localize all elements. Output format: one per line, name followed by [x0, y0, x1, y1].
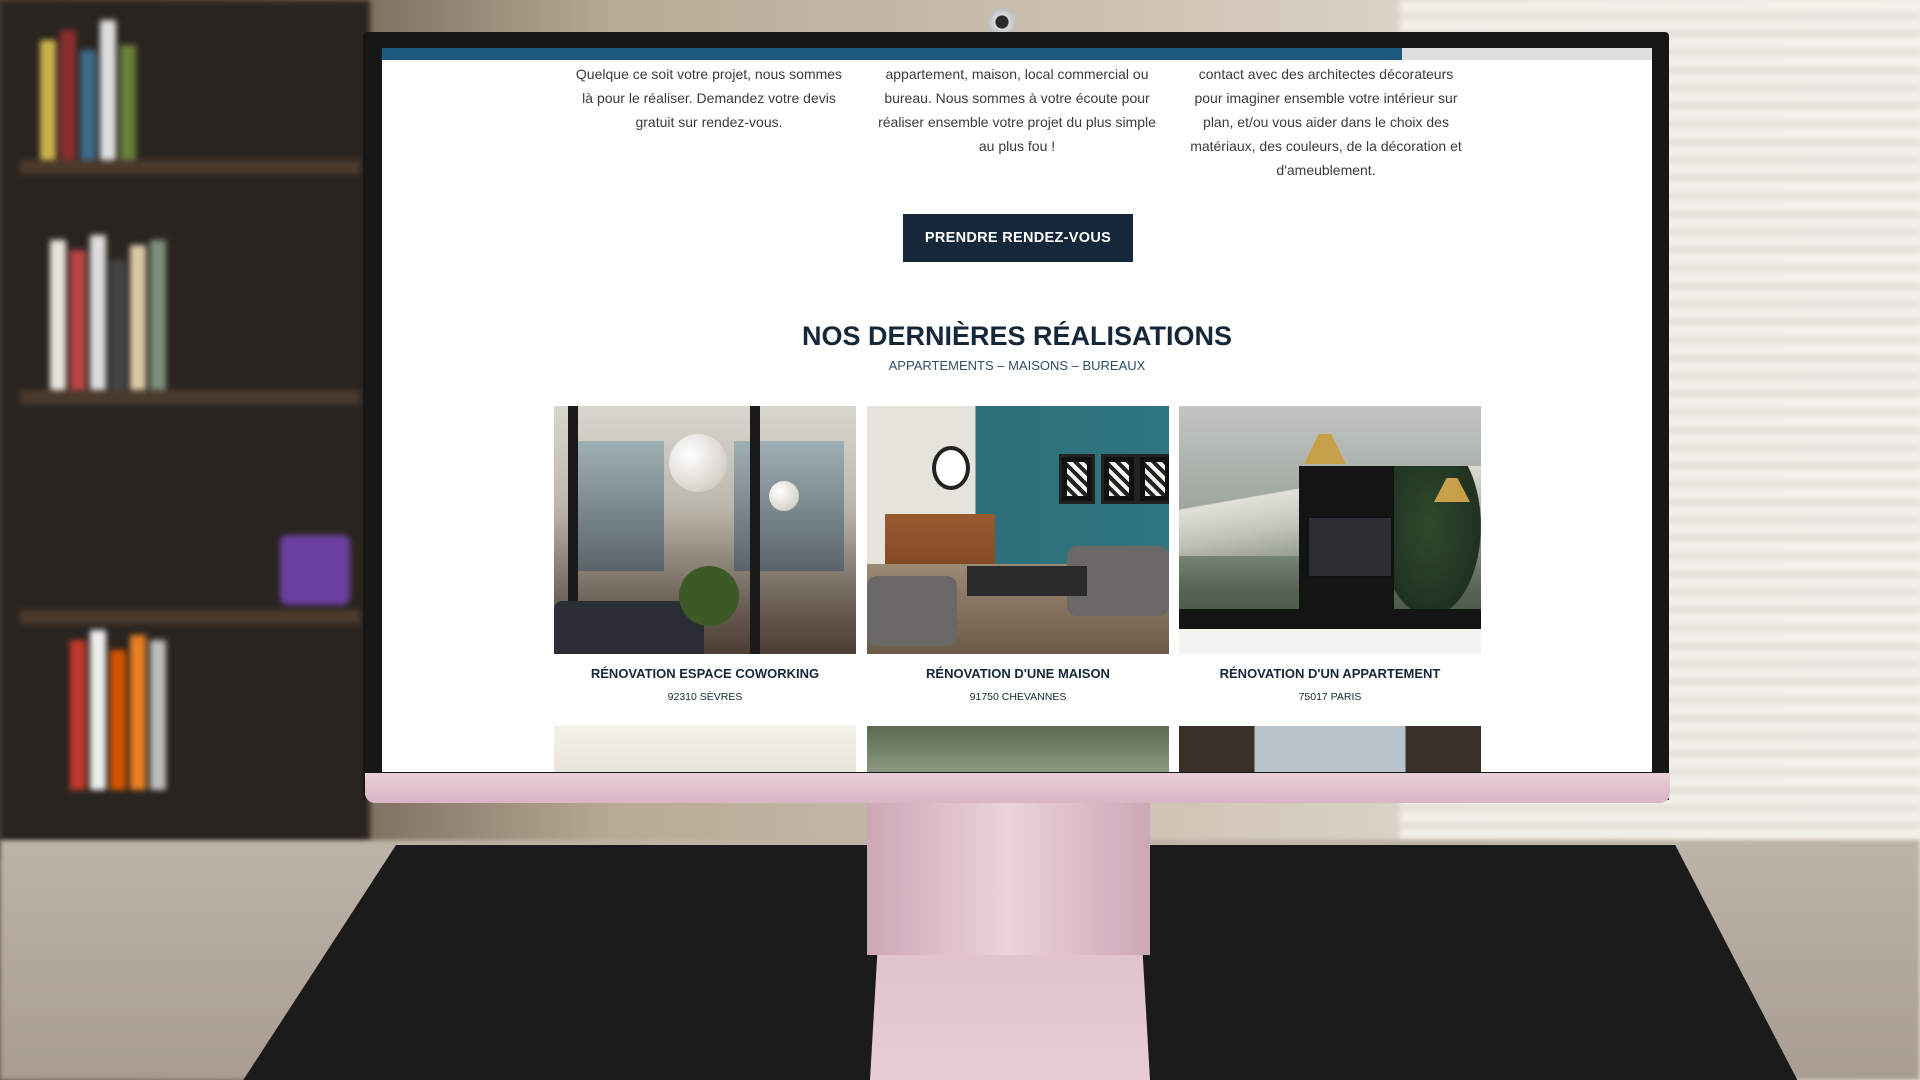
project-location: 75017 PARIS	[1298, 691, 1362, 703]
bookshelf	[0, 0, 370, 860]
project-image-house[interactable]	[867, 406, 1169, 654]
project-image-next-2[interactable]	[867, 726, 1169, 772]
intro-column-2: appartement, maison, local commercial ou…	[878, 66, 1156, 154]
project-location: 91750 CHEVANNES	[969, 691, 1067, 703]
page-top-bar-right	[1402, 48, 1652, 60]
project-card-apartment[interactable]: RÉNOVATION D'UN APPARTEMENT 75017 PARIS	[1179, 406, 1481, 703]
website-screen: Quelque ce soit votre projet, nous somme…	[382, 48, 1652, 772]
project-image-coworking[interactable]	[554, 406, 856, 654]
intro-column-3: contact avec des architectes décorateurs…	[1190, 66, 1462, 178]
project-card-house[interactable]: RÉNOVATION D'UNE MAISON 91750 CHEVANNES	[867, 406, 1169, 703]
section-title: NOS DERNIÈRES RÉALISATIONS	[801, 321, 1233, 351]
book-appointment-button[interactable]: PRENDRE RENDEZ-VOUS	[903, 214, 1133, 262]
project-image-next-1[interactable]	[554, 726, 856, 772]
project-title[interactable]: RÉNOVATION D'UN APPARTEMENT	[1179, 666, 1481, 681]
monitor-chin	[365, 773, 1670, 803]
project-title[interactable]: RÉNOVATION D'UNE MAISON	[867, 666, 1169, 681]
project-image-apartment[interactable]	[1179, 406, 1481, 654]
project-title[interactable]: RÉNOVATION ESPACE COWORKING	[554, 666, 856, 681]
intro-column-1: Quelque ce soit votre projet, nous somme…	[575, 66, 843, 130]
project-image-next-3[interactable]	[1179, 726, 1481, 772]
project-location: 92310 SÈVRES	[667, 691, 743, 703]
monitor-stand-neck	[867, 790, 1150, 955]
section-subtitle: APPARTEMENTS – MAISONS – BUREAUX	[888, 358, 1146, 373]
project-card-coworking[interactable]: RÉNOVATION ESPACE COWORKING 92310 SÈVRES	[554, 406, 856, 703]
